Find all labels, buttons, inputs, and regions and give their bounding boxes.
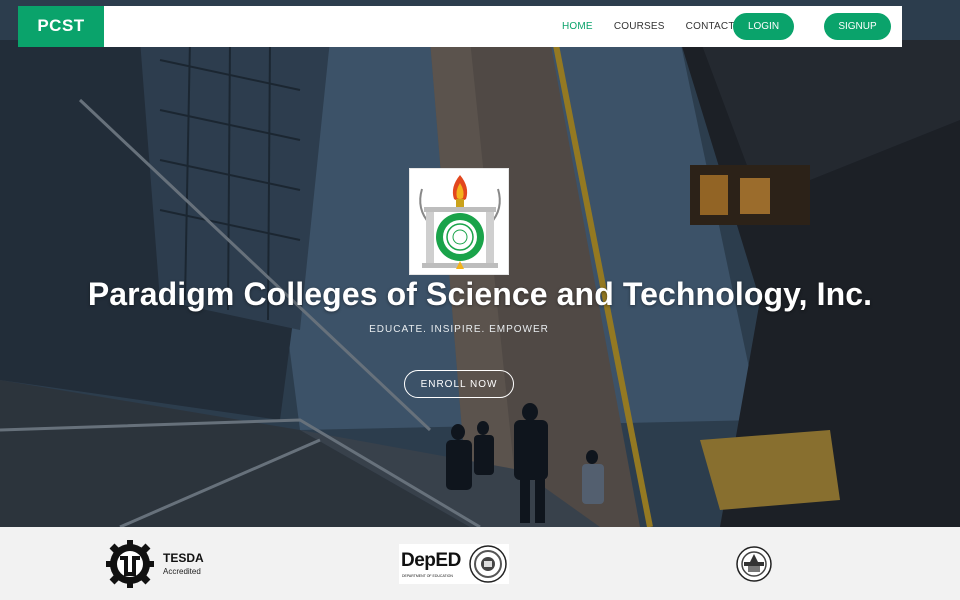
signup-button[interactable]: SIGNUP [824,13,891,40]
deped-seal-icon [469,545,507,583]
enroll-now-button[interactable]: ENROLL NOW [404,370,514,398]
nav-menu: HOME COURSES CONTACT [562,6,756,47]
government-seal-icon [736,546,772,582]
navbar: PCST HOME COURSES CONTACT LOGIN SIGNUP [18,6,902,47]
nav-link-courses[interactable]: COURSES [614,21,665,32]
school-logo [409,168,509,275]
nav-link-home[interactable]: HOME [562,21,593,32]
school-seal-icon [419,175,501,269]
hero-title: Paradigm Colleges of Science and Technol… [87,276,873,312]
deped-wordmark: DepED [401,550,461,571]
tesda-sub: Accredited [163,567,201,576]
deped-logo: DepED DEPARTMENT OF EDUCATION [399,544,509,584]
deped-sub: DEPARTMENT OF EDUCATION [402,574,453,578]
tesda-name: TESDA [163,551,204,565]
brand-logo[interactable]: PCST [18,6,104,47]
hero-tagline: EDUCATE. INSIPIRE. EMPOWER [369,324,549,335]
login-button[interactable]: LOGIN [733,13,794,40]
tesda-logo: TESDA Accredited [106,540,206,588]
tesda-gear-icon [106,540,154,588]
nav-link-contact[interactable]: CONTACT [686,21,735,32]
